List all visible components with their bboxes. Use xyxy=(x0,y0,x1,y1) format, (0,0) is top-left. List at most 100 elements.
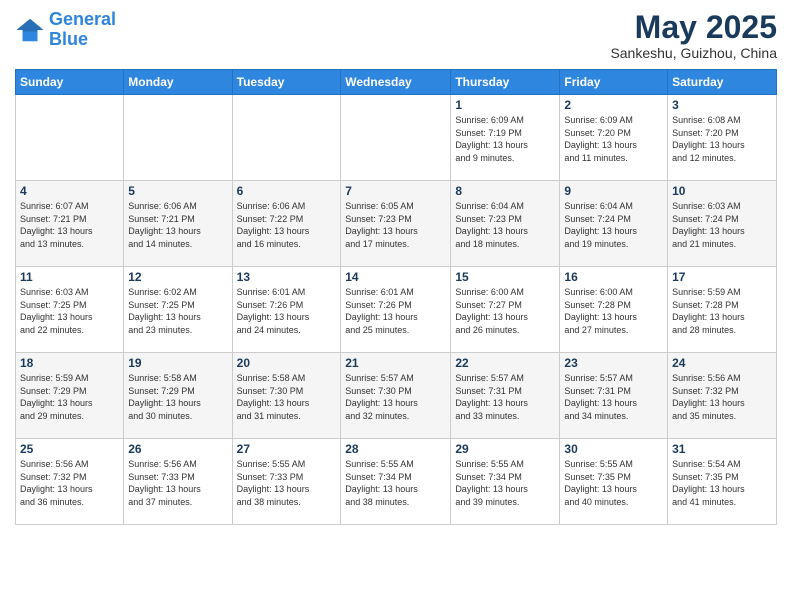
day-cell: 14Sunrise: 6:01 AM Sunset: 7:26 PM Dayli… xyxy=(341,267,451,353)
day-info: Sunrise: 6:05 AM Sunset: 7:23 PM Dayligh… xyxy=(345,200,446,250)
week-row-4: 18 Sunrise: 5:59 AM Sunset: 7:29 PM Dayli… xyxy=(16,353,777,439)
day-info: Sunrise: 5:55 AM Sunset: 7:34 PM Dayligh… xyxy=(345,458,446,508)
day-info: Sunrise: 5:55 AM Sunset: 7:34 PM Dayligh… xyxy=(455,458,555,508)
day-info: Sunrise: 5:56 AM Sunset: 7:32 PM Dayligh… xyxy=(672,372,772,422)
day-number: 1 xyxy=(455,98,555,112)
day-cell xyxy=(232,95,341,181)
day-cell: 20 Sunrise: 5:58 AM Sunset: 7:30 PM Dayli… xyxy=(232,353,341,439)
logo: General Blue xyxy=(15,10,116,50)
day-cell: 28 Sunrise: 5:55 AM Sunset: 7:34 PM Dayli… xyxy=(341,439,451,525)
day-number: 21 xyxy=(345,356,446,370)
day-cell: 11Sunrise: 6:03 AM Sunset: 7:25 PM Dayli… xyxy=(16,267,124,353)
day-number: 14 xyxy=(345,270,446,284)
day-info: Sunrise: 5:57 AM Sunset: 7:30 PM Dayligh… xyxy=(345,372,446,422)
col-thursday: Thursday xyxy=(451,70,560,95)
day-cell: 25 Sunrise: 5:56 AM Sunset: 7:32 PM Dayli… xyxy=(16,439,124,525)
day-number: 29 xyxy=(455,442,555,456)
week-row-5: 25 Sunrise: 5:56 AM Sunset: 7:32 PM Dayli… xyxy=(16,439,777,525)
day-info: Sunrise: 5:55 AM Sunset: 7:35 PM Dayligh… xyxy=(564,458,663,508)
day-info: Sunrise: 6:04 AM Sunset: 7:24 PM Dayligh… xyxy=(564,200,663,250)
day-cell: 21 Sunrise: 5:57 AM Sunset: 7:30 PM Dayli… xyxy=(341,353,451,439)
calendar-table: Sunday Monday Tuesday Wednesday Thursday… xyxy=(15,69,777,525)
day-cell: 31 Sunrise: 5:54 AM Sunset: 7:35 PM Dayli… xyxy=(668,439,777,525)
day-number: 18 xyxy=(20,356,119,370)
day-number: 19 xyxy=(128,356,227,370)
day-number: 7 xyxy=(345,184,446,198)
day-info: Sunrise: 6:06 AM Sunset: 7:22 PM Dayligh… xyxy=(237,200,337,250)
day-info: Sunrise: 5:57 AM Sunset: 7:31 PM Dayligh… xyxy=(455,372,555,422)
day-number: 31 xyxy=(672,442,772,456)
calendar-header-row: Sunday Monday Tuesday Wednesday Thursday… xyxy=(16,70,777,95)
col-tuesday: Tuesday xyxy=(232,70,341,95)
day-info: Sunrise: 5:55 AM Sunset: 7:33 PM Dayligh… xyxy=(237,458,337,508)
day-number: 13 xyxy=(237,270,337,284)
day-number: 4 xyxy=(20,184,119,198)
day-cell: 6 Sunrise: 6:06 AM Sunset: 7:22 PM Daylig… xyxy=(232,181,341,267)
day-info: Sunrise: 5:58 AM Sunset: 7:30 PM Dayligh… xyxy=(237,372,337,422)
day-cell: 29 Sunrise: 5:55 AM Sunset: 7:34 PM Dayli… xyxy=(451,439,560,525)
week-row-3: 11Sunrise: 6:03 AM Sunset: 7:25 PM Dayli… xyxy=(16,267,777,353)
day-number: 28 xyxy=(345,442,446,456)
day-number: 30 xyxy=(564,442,663,456)
day-cell: 22 Sunrise: 5:57 AM Sunset: 7:31 PM Dayli… xyxy=(451,353,560,439)
day-info: Sunrise: 6:08 AM Sunset: 7:20 PM Dayligh… xyxy=(672,114,772,164)
day-cell: 16Sunrise: 6:00 AM Sunset: 7:28 PM Dayli… xyxy=(560,267,668,353)
day-cell: 30 Sunrise: 5:55 AM Sunset: 7:35 PM Dayli… xyxy=(560,439,668,525)
day-info: Sunrise: 5:54 AM Sunset: 7:35 PM Dayligh… xyxy=(672,458,772,508)
day-info: Sunrise: 5:59 AM Sunset: 7:28 PM Dayligh… xyxy=(672,286,772,336)
col-wednesday: Wednesday xyxy=(341,70,451,95)
day-info: Sunrise: 5:56 AM Sunset: 7:33 PM Dayligh… xyxy=(128,458,227,508)
week-row-1: 1Sunrise: 6:09 AM Sunset: 7:19 PM Daylig… xyxy=(16,95,777,181)
day-number: 5 xyxy=(128,184,227,198)
day-cell: 19Sunrise: 5:58 AM Sunset: 7:29 PM Dayli… xyxy=(124,353,232,439)
title-block: May 2025 Sankeshu, Guizhou, China xyxy=(610,10,777,61)
day-number: 15 xyxy=(455,270,555,284)
day-number: 11 xyxy=(20,270,119,284)
day-info: Sunrise: 6:07 AM Sunset: 7:21 PM Dayligh… xyxy=(20,200,119,250)
day-cell: 18 Sunrise: 5:59 AM Sunset: 7:29 PM Dayli… xyxy=(16,353,124,439)
day-number: 17 xyxy=(672,270,772,284)
day-number: 16 xyxy=(564,270,663,284)
calendar-container: General Blue May 2025 Sankeshu, Guizhou,… xyxy=(0,0,792,612)
day-number: 6 xyxy=(237,184,337,198)
day-info: Sunrise: 6:03 AM Sunset: 7:24 PM Dayligh… xyxy=(672,200,772,250)
day-number: 12 xyxy=(128,270,227,284)
col-sunday: Sunday xyxy=(16,70,124,95)
day-cell: 9 Sunrise: 6:04 AM Sunset: 7:24 PM Daylig… xyxy=(560,181,668,267)
day-info: Sunrise: 6:00 AM Sunset: 7:27 PM Dayligh… xyxy=(455,286,555,336)
day-cell: 23 Sunrise: 5:57 AM Sunset: 7:31 PM Dayli… xyxy=(560,353,668,439)
day-cell: 1Sunrise: 6:09 AM Sunset: 7:19 PM Daylig… xyxy=(451,95,560,181)
day-cell: 10 Sunrise: 6:03 AM Sunset: 7:24 PM Dayli… xyxy=(668,181,777,267)
day-cell: 12 Sunrise: 6:02 AM Sunset: 7:25 PM Dayli… xyxy=(124,267,232,353)
day-number: 9 xyxy=(564,184,663,198)
day-cell: 7 Sunrise: 6:05 AM Sunset: 7:23 PM Daylig… xyxy=(341,181,451,267)
day-cell xyxy=(341,95,451,181)
col-friday: Friday xyxy=(560,70,668,95)
day-number: 20 xyxy=(237,356,337,370)
day-cell: 5 Sunrise: 6:06 AM Sunset: 7:21 PM Daylig… xyxy=(124,181,232,267)
day-number: 23 xyxy=(564,356,663,370)
day-cell: 8Sunrise: 6:04 AM Sunset: 7:23 PM Daylig… xyxy=(451,181,560,267)
day-number: 25 xyxy=(20,442,119,456)
week-row-2: 4 Sunrise: 6:07 AM Sunset: 7:21 PM Daylig… xyxy=(16,181,777,267)
day-cell: 15 Sunrise: 6:00 AM Sunset: 7:27 PM Dayli… xyxy=(451,267,560,353)
day-info: Sunrise: 5:57 AM Sunset: 7:31 PM Dayligh… xyxy=(564,372,663,422)
header: General Blue May 2025 Sankeshu, Guizhou,… xyxy=(15,10,777,61)
day-info: Sunrise: 5:56 AM Sunset: 7:32 PM Dayligh… xyxy=(20,458,119,508)
logo-icon xyxy=(15,15,45,45)
day-info: Sunrise: 6:06 AM Sunset: 7:21 PM Dayligh… xyxy=(128,200,227,250)
day-info: Sunrise: 6:02 AM Sunset: 7:25 PM Dayligh… xyxy=(128,286,227,336)
day-number: 24 xyxy=(672,356,772,370)
col-saturday: Saturday xyxy=(668,70,777,95)
day-number: 27 xyxy=(237,442,337,456)
day-cell: 26Sunrise: 5:56 AM Sunset: 7:33 PM Dayli… xyxy=(124,439,232,525)
day-number: 22 xyxy=(455,356,555,370)
day-cell: 13Sunrise: 6:01 AM Sunset: 7:26 PM Dayli… xyxy=(232,267,341,353)
day-cell: 24 Sunrise: 5:56 AM Sunset: 7:32 PM Dayli… xyxy=(668,353,777,439)
day-number: 8 xyxy=(455,184,555,198)
day-cell xyxy=(124,95,232,181)
day-info: Sunrise: 5:59 AM Sunset: 7:29 PM Dayligh… xyxy=(20,372,119,422)
location: Sankeshu, Guizhou, China xyxy=(610,45,777,61)
day-number: 10 xyxy=(672,184,772,198)
day-cell: 27 Sunrise: 5:55 AM Sunset: 7:33 PM Dayli… xyxy=(232,439,341,525)
